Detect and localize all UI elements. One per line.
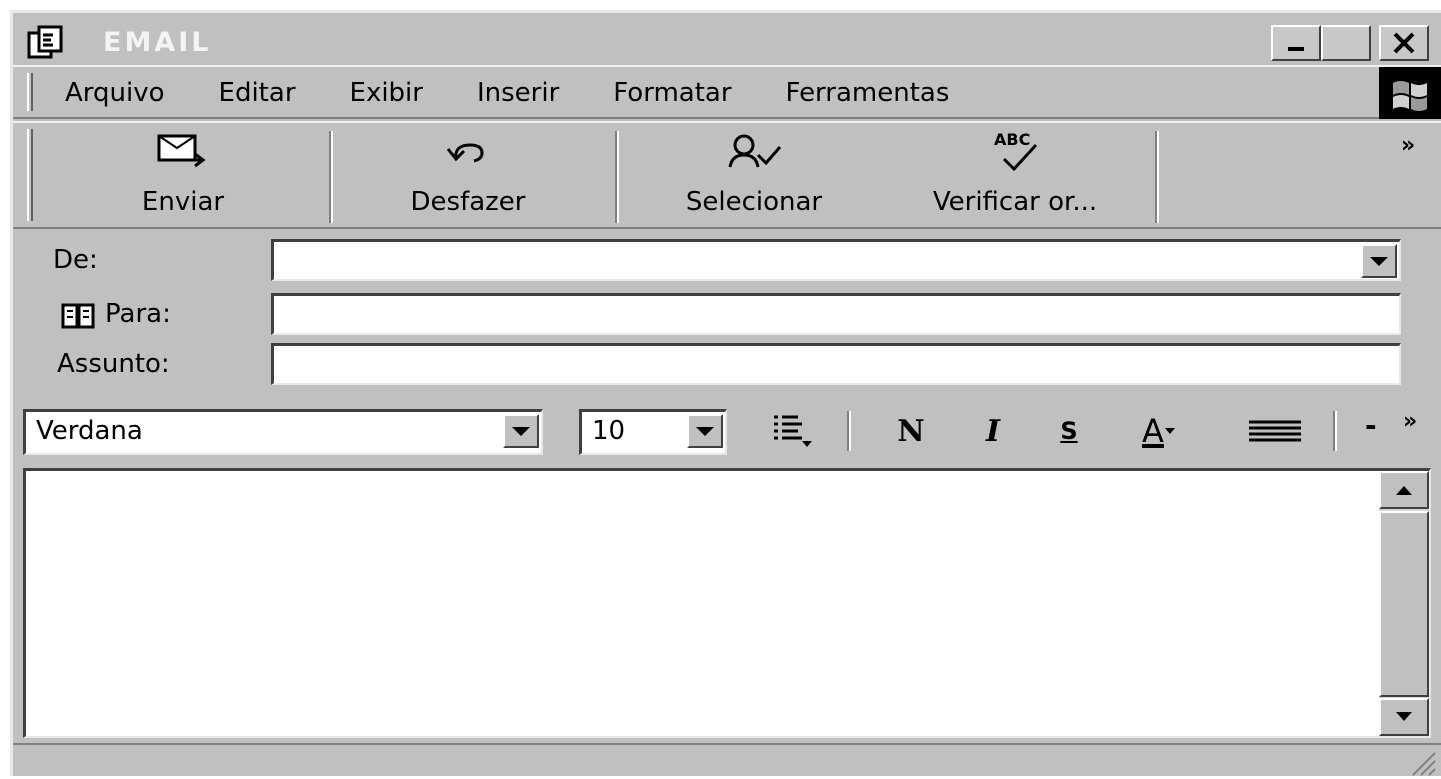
menu-bar: Arquivo Editar Exibir Inserir Formatar F… — [13, 65, 1441, 119]
send-label: Enviar — [141, 187, 225, 217]
chevron-up-icon — [1396, 486, 1412, 495]
scroll-up-button[interactable] — [1379, 471, 1429, 509]
close-icon — [1393, 32, 1415, 54]
font-color-glyph: A — [1142, 412, 1164, 450]
toolbar-separator — [1155, 131, 1159, 223]
new-message-icon — [27, 25, 63, 59]
scroll-thumb[interactable] — [1379, 511, 1429, 697]
paragraph-style-icon — [774, 415, 812, 447]
email-window: EMAIL Arquivo Editar Exibir Inserir Form… — [10, 10, 1441, 776]
menu-exibir[interactable]: Exibir — [350, 76, 423, 110]
message-body[interactable] — [23, 468, 1431, 738]
subject-field[interactable] — [271, 343, 1401, 385]
font-size-value: 10 — [592, 416, 626, 446]
subject-label: Assunto: — [57, 349, 170, 379]
undo-label: Desfazer — [410, 187, 526, 217]
address-book-icon[interactable] — [61, 301, 95, 331]
font-name-select[interactable]: Verdana — [23, 409, 543, 455]
menu-grip[interactable] — [27, 73, 33, 111]
format-overflow-button[interactable]: » — [1403, 409, 1417, 434]
maximize-button[interactable] — [1321, 25, 1371, 61]
font-name-value: Verdana — [36, 416, 143, 446]
select-names-icon — [728, 134, 782, 168]
font-name-dropdown-button[interactable] — [503, 414, 539, 448]
font-size-dropdown-button[interactable] — [687, 414, 723, 448]
window-title: EMAIL — [103, 27, 212, 58]
spell-check-icon: ABC — [994, 130, 1038, 172]
italic-button[interactable]: I — [973, 411, 1013, 451]
bold-button[interactable]: N — [889, 411, 933, 451]
send-icon — [157, 134, 206, 168]
menu-arquivo[interactable]: Arquivo — [65, 76, 165, 110]
from-label: De: — [53, 245, 98, 275]
from-dropdown-button[interactable] — [1361, 244, 1397, 278]
format-separator — [847, 411, 851, 451]
minimize-button[interactable] — [1271, 25, 1321, 61]
send-button[interactable]: Enviar — [113, 129, 253, 221]
status-bar — [13, 743, 1441, 779]
font-size-select[interactable]: 10 — [579, 409, 727, 455]
chevron-down-icon — [1164, 428, 1175, 434]
toolbar-overflow-button[interactable]: » — [1401, 133, 1415, 158]
undo-icon — [446, 143, 484, 163]
select-names-button[interactable]: Selecionar — [661, 129, 847, 221]
to-field[interactable] — [271, 293, 1401, 335]
underline-button[interactable]: S — [1051, 411, 1087, 451]
toolbar-separator — [615, 131, 619, 223]
standard-toolbar: Enviar Desfazer Selecionar ABC Verificar… — [13, 121, 1441, 229]
maximize-icon — [1336, 33, 1356, 53]
vertical-scrollbar[interactable] — [1379, 471, 1429, 736]
close-button[interactable] — [1379, 25, 1429, 61]
chevron-down-icon — [1370, 256, 1388, 266]
menu-formatar[interactable]: Formatar — [613, 76, 731, 110]
chevron-down-icon — [696, 426, 714, 436]
windows-flag-icon — [1393, 81, 1427, 111]
to-label[interactable]: Para: — [105, 299, 171, 329]
spell-check-icon-text: ABC — [994, 130, 1030, 149]
horizontal-line-icon — [1249, 420, 1301, 442]
select-names-label: Selecionar — [685, 187, 823, 217]
menu-editar[interactable]: Editar — [219, 76, 296, 110]
formatting-toolbar: Verdana 10 N I S A - » — [13, 405, 1441, 461]
menu-ferramentas[interactable]: Ferramentas — [786, 76, 950, 110]
windows-logo — [1379, 67, 1441, 119]
resize-grip-icon[interactable] — [1407, 747, 1437, 777]
paragraph-style-button[interactable] — [767, 411, 817, 451]
scroll-down-button[interactable] — [1379, 698, 1429, 736]
undo-button[interactable]: Desfazer — [383, 129, 553, 221]
toolbar-separator — [329, 131, 333, 223]
minimize-icon — [1288, 47, 1304, 51]
title-bar: EMAIL — [13, 13, 1441, 63]
spell-check-button[interactable]: ABC Verificar or... — [895, 129, 1135, 221]
from-field[interactable] — [271, 239, 1401, 281]
chevron-down-icon — [1396, 712, 1412, 721]
spell-check-label: Verificar or... — [932, 187, 1098, 217]
horizontal-line-button[interactable] — [1245, 411, 1305, 451]
chevron-down-icon — [512, 426, 530, 436]
menu-inserir[interactable]: Inserir — [477, 76, 559, 110]
format-separator — [1333, 411, 1337, 451]
font-color-button[interactable]: A — [1129, 411, 1189, 451]
toolbar-grip[interactable] — [27, 129, 33, 221]
minus-button[interactable]: - — [1365, 409, 1377, 442]
